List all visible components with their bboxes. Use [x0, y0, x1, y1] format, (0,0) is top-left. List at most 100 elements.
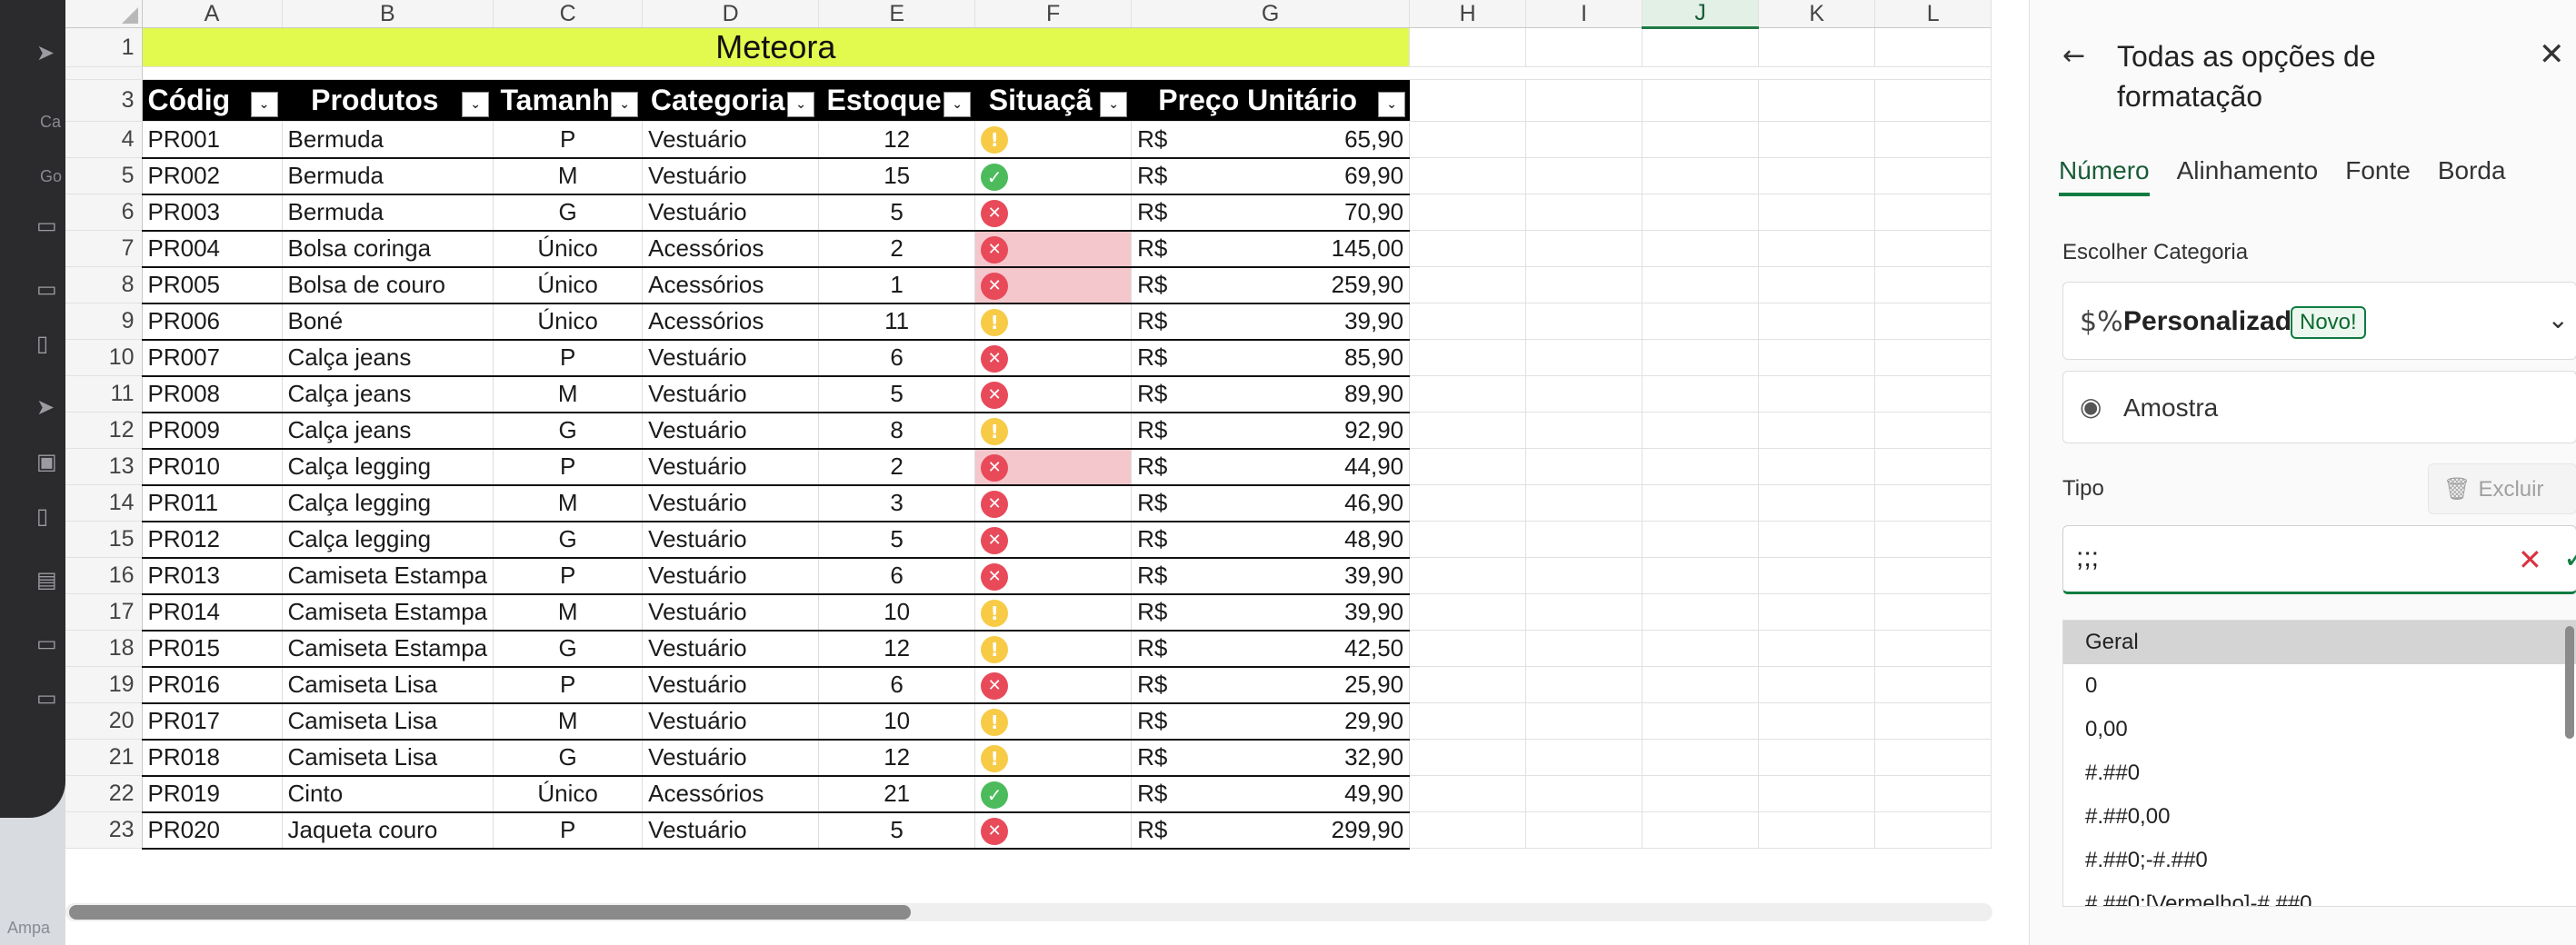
row-header[interactable]: 13 — [65, 448, 143, 485]
size-cell[interactable]: M — [493, 484, 644, 522]
cell[interactable] — [1758, 157, 1876, 194]
price-cell[interactable]: R$ 145,00 — [1131, 230, 1411, 268]
column-header[interactable]: A — [142, 0, 283, 28]
column-header[interactable]: F — [974, 0, 1133, 28]
horizontal-scrollbar[interactable] — [65, 903, 1992, 921]
category-cell[interactable]: Acessórios — [642, 775, 820, 813]
cell[interactable] — [1874, 27, 1992, 67]
cell[interactable] — [1409, 630, 1527, 667]
status-cell[interactable] — [974, 121, 1133, 159]
price-cell[interactable]: R$ 39,90 — [1131, 593, 1411, 632]
product-cell[interactable]: Camiseta Lisa — [282, 739, 494, 777]
filter-dropdown-icon[interactable]: ⌄ — [787, 92, 815, 117]
cell[interactable] — [1874, 811, 1992, 849]
cell[interactable] — [1642, 811, 1760, 849]
row-header[interactable]: 18 — [65, 630, 143, 667]
stock-cell[interactable]: 15 — [818, 157, 976, 195]
column-header[interactable]: H — [1409, 0, 1527, 28]
product-cell[interactable]: Calça legging — [282, 521, 494, 559]
cell[interactable] — [1409, 702, 1527, 740]
table-header-cell[interactable]: Estoque ⌄ — [818, 79, 976, 122]
code-cell[interactable]: PR012 — [142, 521, 283, 559]
cell[interactable] — [1874, 448, 1992, 485]
price-cell[interactable]: R$ 32,90 — [1131, 739, 1411, 777]
status-cell[interactable] — [974, 266, 1133, 304]
x-icon[interactable]: ✕ — [2518, 542, 2542, 577]
size-cell[interactable]: P — [493, 448, 644, 486]
cell[interactable] — [1409, 448, 1527, 485]
cell[interactable] — [1874, 121, 1992, 158]
cell[interactable] — [1525, 775, 1643, 812]
cell[interactable] — [1409, 194, 1527, 231]
category-cell[interactable]: Vestuário — [642, 739, 820, 777]
cell[interactable] — [1409, 79, 1527, 122]
folder-icon[interactable]: ▭ — [36, 631, 62, 656]
cell[interactable] — [1525, 666, 1643, 703]
code-cell[interactable]: PR010 — [142, 448, 283, 486]
tab-borda[interactable]: Borda — [2438, 156, 2506, 196]
tab-numero[interactable]: Número — [2059, 156, 2150, 196]
stock-cell[interactable]: 6 — [818, 666, 976, 704]
size-cell[interactable]: G — [493, 521, 644, 559]
column-header[interactable]: B — [282, 0, 494, 28]
select-all-corner[interactable] — [65, 0, 143, 28]
row-header[interactable]: 20 — [65, 702, 143, 740]
status-cell[interactable] — [974, 339, 1133, 377]
stock-cell[interactable]: 11 — [818, 303, 976, 341]
cell[interactable] — [1525, 702, 1643, 740]
stock-cell[interactable]: 12 — [818, 739, 976, 777]
status-cell[interactable] — [974, 157, 1133, 195]
table-header-cell[interactable]: Situaçã ⌄ — [974, 79, 1133, 122]
cell[interactable] — [1409, 27, 1527, 67]
row-header[interactable]: 4 — [65, 121, 143, 158]
cell[interactable] — [1642, 79, 1760, 122]
cell[interactable] — [1758, 375, 1876, 413]
archive-icon[interactable]: ▣ — [36, 449, 62, 474]
cell[interactable] — [1642, 375, 1760, 413]
document-icon[interactable]: ▯ — [36, 331, 62, 356]
cell[interactable] — [1642, 121, 1760, 158]
price-cell[interactable]: R$ 89,90 — [1131, 375, 1411, 413]
code-cell[interactable]: PR015 — [142, 630, 283, 668]
cell[interactable] — [1758, 775, 1876, 812]
row-header[interactable]: 15 — [65, 521, 143, 558]
category-cell[interactable]: Vestuário — [642, 630, 820, 668]
cell[interactable] — [1758, 593, 1876, 631]
row-header[interactable]: 11 — [65, 375, 143, 413]
status-cell[interactable] — [974, 230, 1133, 268]
category-cell[interactable]: Vestuário — [642, 557, 820, 595]
tab-alinhamento[interactable]: Alinhamento — [2177, 156, 2319, 196]
product-cell[interactable]: Calça legging — [282, 448, 494, 486]
column-header[interactable]: I — [1525, 0, 1643, 28]
cell[interactable] — [1642, 666, 1760, 703]
archive-icon[interactable]: ▤ — [36, 567, 62, 592]
stock-cell[interactable]: 6 — [818, 557, 976, 595]
column-header[interactable]: K — [1758, 0, 1876, 28]
cell[interactable] — [1525, 630, 1643, 667]
cell[interactable] — [1525, 339, 1643, 376]
product-cell[interactable]: Jaqueta couro — [282, 811, 494, 850]
cell[interactable] — [1642, 339, 1760, 376]
status-cell[interactable] — [974, 521, 1133, 559]
cell[interactable] — [1642, 412, 1760, 449]
cell[interactable] — [1874, 339, 1992, 376]
row-header[interactable]: 9 — [65, 303, 143, 340]
price-cell[interactable]: R$ 299,90 — [1131, 811, 1411, 850]
product-cell[interactable]: Camiseta Lisa — [282, 666, 494, 704]
cell[interactable] — [1525, 79, 1643, 122]
stock-cell[interactable]: 12 — [818, 630, 976, 668]
product-cell[interactable]: Camiseta Lisa — [282, 702, 494, 741]
price-cell[interactable]: R$ 85,90 — [1131, 339, 1411, 377]
row-header[interactable]: 7 — [65, 230, 143, 267]
code-cell[interactable]: PR014 — [142, 593, 283, 632]
cell[interactable] — [1525, 739, 1643, 776]
cell[interactable] — [1525, 484, 1643, 522]
row-header[interactable]: 23 — [65, 811, 143, 849]
cell[interactable] — [1642, 557, 1760, 594]
code-cell[interactable]: PR020 — [142, 811, 283, 850]
price-cell[interactable]: R$ 65,90 — [1131, 121, 1411, 159]
code-cell[interactable]: PR004 — [142, 230, 283, 268]
row-header[interactable]: 10 — [65, 339, 143, 376]
cell[interactable] — [1525, 303, 1643, 340]
size-cell[interactable]: P — [493, 557, 644, 595]
